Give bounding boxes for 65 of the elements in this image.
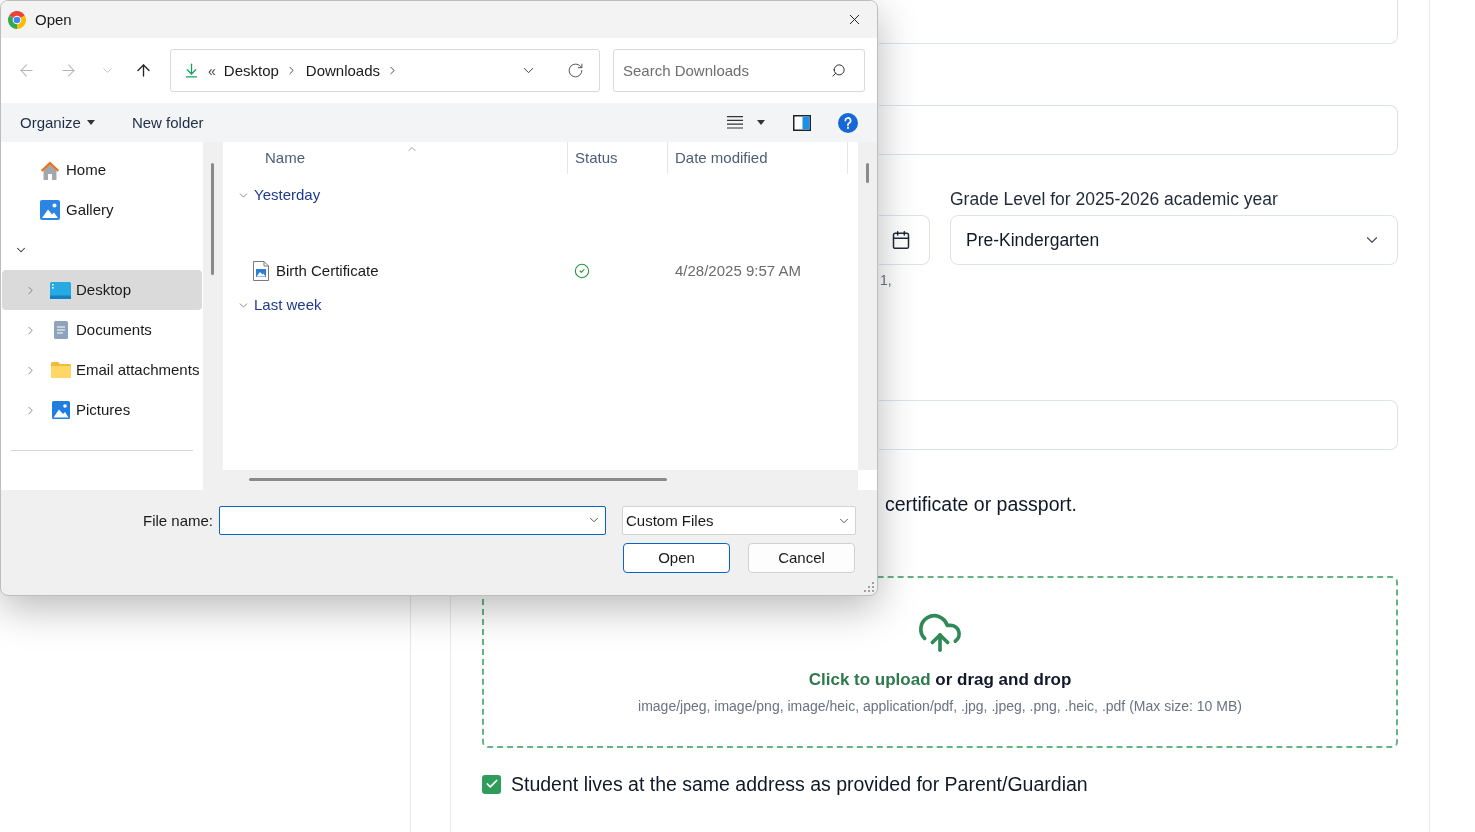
gallery-icon: [40, 200, 60, 220]
file-type-select[interactable]: Custom Files: [622, 506, 856, 535]
nav-item[interactable]: Documents: [2, 310, 202, 350]
file-name-label: File name:: [142, 511, 213, 530]
column-header[interactable]: Status: [567, 142, 667, 174]
upload-prompt: Click to upload or drag and drop: [808, 669, 1072, 691]
menu-button[interactable]: Organize: [20, 113, 95, 132]
cancel-button[interactable]: Cancel: [748, 543, 855, 573]
nav-item[interactable]: Email attachments: [2, 350, 202, 390]
breadcrumb-overflow[interactable]: «: [208, 61, 216, 80]
grade-label: Grade Level for 2025-2026 academic year: [950, 188, 1278, 210]
scrollbar-corner: [858, 470, 877, 490]
date-hint-text: 1,: [880, 271, 892, 290]
address-bar[interactable]: « Desktop Downloads: [170, 49, 600, 92]
nav-item[interactable]: Home: [2, 150, 202, 190]
document-icon: [53, 321, 68, 339]
caret-down-icon: [757, 120, 765, 125]
column-header[interactable]: Name: [223, 142, 567, 174]
document-hint-text: certificate or passport.: [885, 492, 1077, 517]
desktop-folder-icon: [50, 281, 71, 299]
breadcrumb-item[interactable]: Downloads: [305, 61, 381, 80]
folder-icon: [50, 362, 71, 378]
resize-grip-icon[interactable]: [864, 582, 874, 592]
breadcrumb-item[interactable]: Desktop: [223, 61, 279, 80]
search-field[interactable]: Search Downloads: [613, 49, 865, 92]
file-types-text: image/jpeg, image/png, image/heic, application/pdf, .jpg, .jpeg, .png, .heic, .pdf (Max size: 10 MB): [638, 697, 1242, 716]
view-options-button[interactable]: [727, 116, 765, 129]
date-modified-text: 4/28/2025 9:57 AM: [675, 262, 801, 280]
scrollbar-thumb[interactable]: [211, 163, 214, 275]
text-field[interactable]: [879, 0, 1398, 44]
nav-item[interactable]: Pictures: [2, 390, 202, 430]
list-view-icon: [727, 116, 743, 129]
download-icon: [183, 62, 200, 79]
window-title: Open: [35, 10, 72, 29]
caret-down-icon: [86, 120, 95, 125]
nav-item[interactable]: Desktop: [2, 270, 202, 310]
text-field[interactable]: [879, 105, 1398, 155]
text-field[interactable]: [879, 400, 1398, 450]
help-icon: [838, 112, 858, 133]
group-label[interactable]: Last week: [254, 296, 322, 314]
file-name-field[interactable]: [219, 506, 606, 535]
preview-pane-icon: [793, 114, 811, 131]
nav-item[interactable]: Gallery: [2, 190, 202, 230]
group-label[interactable]: Yesterday: [254, 186, 321, 204]
help-button[interactable]: [838, 112, 858, 133]
house-icon: [40, 160, 60, 180]
checkbox[interactable]: [482, 774, 501, 794]
checkbox-label[interactable]: Student lives at the same address as provided for Parent/Guardian: [511, 771, 1088, 797]
preview-pane-button[interactable]: [793, 114, 811, 131]
refresh-icon[interactable]: [567, 62, 584, 79]
open-button[interactable]: Open: [623, 543, 730, 573]
calendar-icon[interactable]: [891, 230, 911, 250]
image-file-icon: [253, 261, 269, 281]
date-field[interactable]: [879, 215, 930, 265]
file-name[interactable]: Birth Certificate: [276, 262, 379, 280]
picture-icon: [51, 401, 70, 419]
toolbar-button[interactable]: New folder: [131, 113, 204, 132]
column-header[interactable]: Date modified: [667, 142, 847, 174]
checkmark-icon: [484, 777, 499, 791]
scrollbar-thumb[interactable]: [249, 478, 667, 481]
scrollbar-thumb[interactable]: [866, 163, 869, 183]
app-logo-icon: [8, 10, 26, 29]
grade-select[interactable]: Pre-Kindergarten: [950, 215, 1398, 265]
search-icon[interactable]: [831, 63, 846, 78]
upload-link[interactable]: Click to upload: [808, 670, 931, 689]
